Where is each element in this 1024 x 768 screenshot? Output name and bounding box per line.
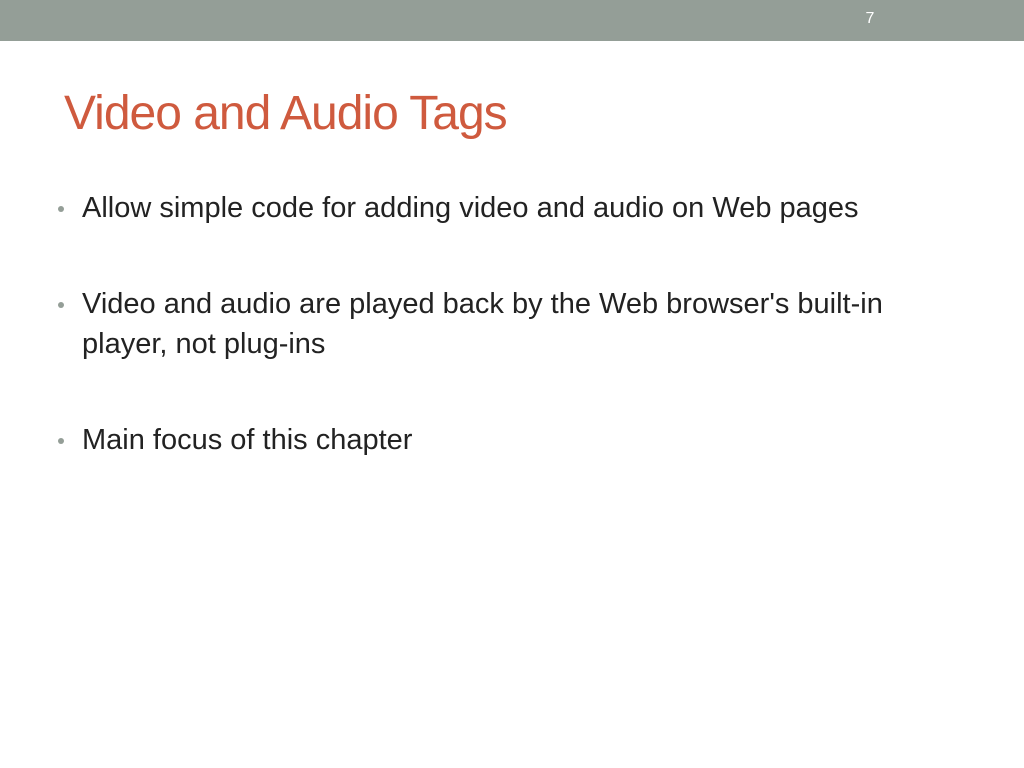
bullet-icon (58, 302, 64, 308)
bullet-item: Video and audio are played back by the W… (58, 284, 958, 364)
bullet-text: Allow simple code for adding video and a… (82, 192, 859, 224)
slide-number: 7 (865, 10, 875, 27)
slide-title: Video and Audio Tags (64, 87, 508, 140)
bullet-item: Main focus of this chapter (58, 420, 958, 460)
bullet-item: Allow simple code for adding video and a… (58, 188, 958, 228)
bullet-icon (58, 206, 64, 212)
bullet-text: Main focus of this chapter (82, 424, 413, 456)
slide-header-bar: 7 (0, 0, 1024, 41)
bullet-icon (58, 438, 64, 444)
bullet-text: Video and audio are played back by the W… (82, 288, 883, 360)
slide: 7 Video and Audio Tags Allow simple code… (0, 0, 1024, 768)
bullet-list: Allow simple code for adding video and a… (58, 188, 958, 516)
